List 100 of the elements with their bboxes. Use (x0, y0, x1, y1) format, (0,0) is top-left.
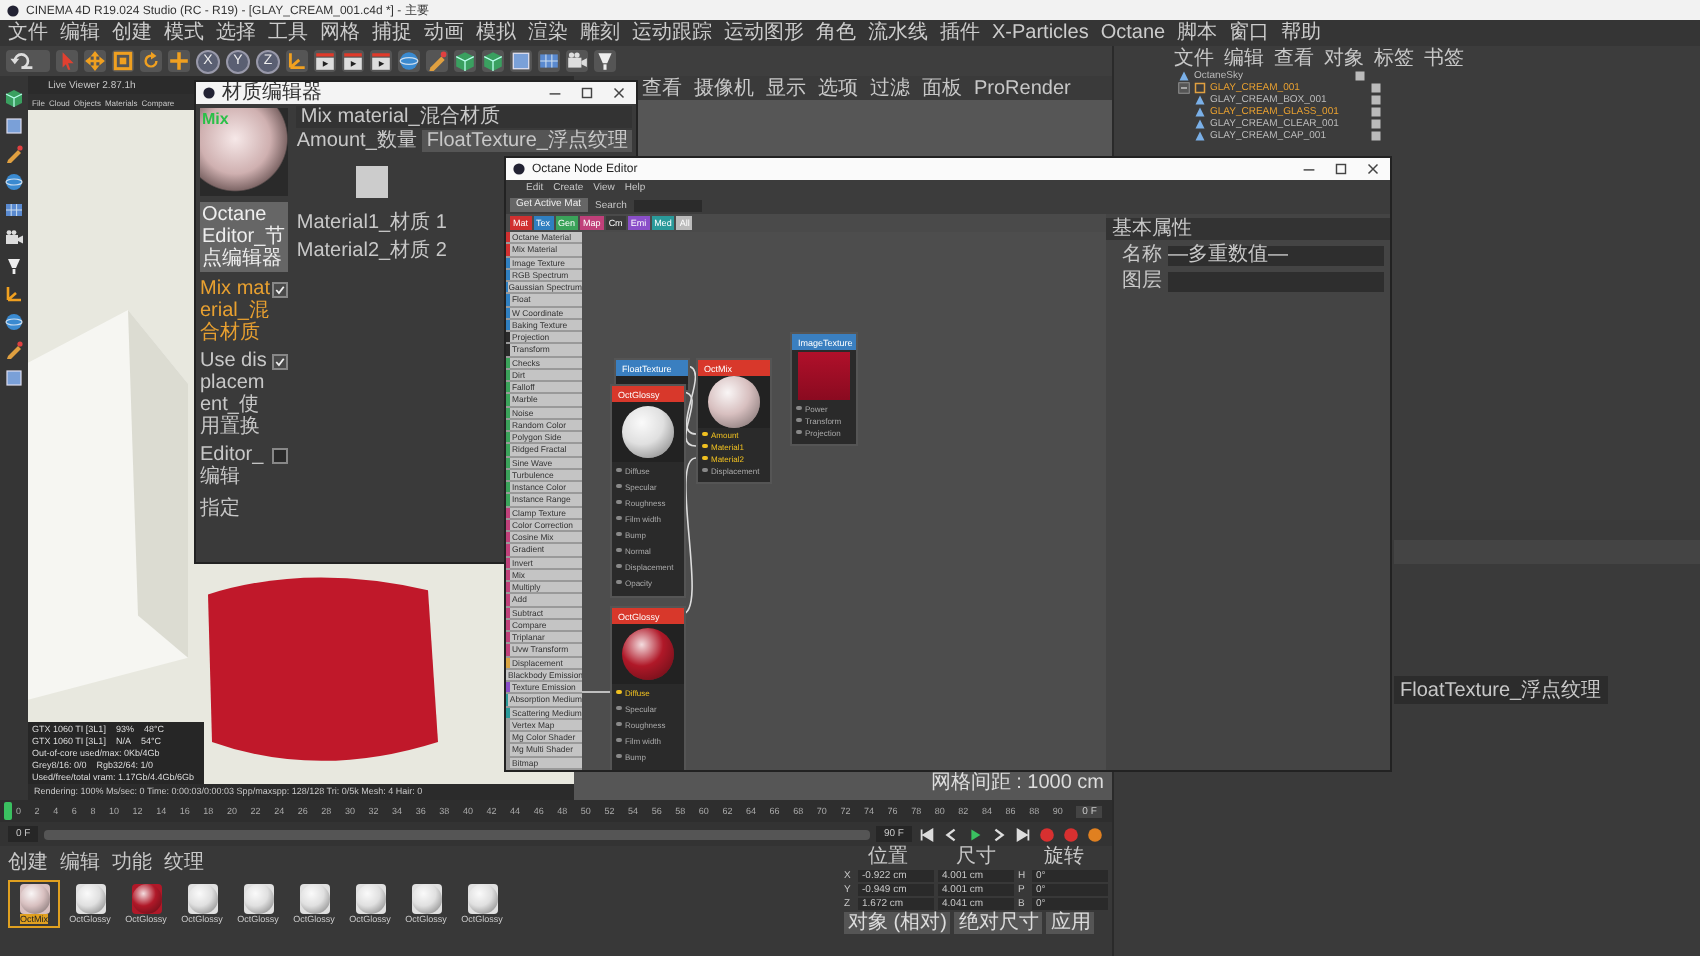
input-pin[interactable] (616, 531, 621, 537)
coordinates-button[interactable]: 应用 (1046, 912, 1095, 934)
close-icon[interactable] (610, 84, 628, 102)
clapboard-icon[interactable] (314, 50, 336, 72)
menu-item[interactable]: 动画 (424, 21, 464, 45)
menu-item[interactable]: 帮助 (1281, 21, 1322, 45)
input-pin[interactable] (796, 429, 801, 435)
input-pin[interactable] (616, 515, 621, 521)
menu-item[interactable]: 插件 (940, 21, 980, 45)
channel-item[interactable]: 指定 (200, 494, 289, 522)
close-icon[interactable] (1364, 160, 1382, 178)
maximize-icon[interactable] (578, 84, 596, 102)
menu-item[interactable]: 模拟 (476, 21, 516, 45)
step-forward-icon[interactable] (990, 825, 1008, 843)
undo-icon[interactable] (6, 50, 50, 72)
menu-item[interactable]: 角色 (816, 21, 856, 45)
grid-icon[interactable] (4, 200, 24, 220)
input-pin[interactable] (616, 689, 621, 695)
cube-icon[interactable] (4, 88, 24, 108)
pen-icon[interactable] (4, 340, 24, 360)
grid-icon[interactable] (538, 50, 560, 72)
move-icon[interactable] (84, 50, 106, 72)
key-icon[interactable] (1086, 825, 1104, 843)
menu-item[interactable]: 创建 (8, 848, 48, 876)
menu-item[interactable]: 窗口 (1229, 21, 1270, 45)
viewport-menu-item[interactable]: ProRender (974, 77, 1071, 99)
viewport-menu-item[interactable]: 摄像机 (694, 74, 754, 102)
menu-item[interactable]: Octane (1100, 21, 1166, 45)
texture-field[interactable]: FloatTexture_浮点纹理 (1394, 676, 1608, 704)
input-pin[interactable] (616, 753, 621, 759)
skip-start-icon[interactable] (918, 825, 936, 843)
menu-item[interactable]: 渲染 (528, 21, 568, 45)
input-pin[interactable] (702, 431, 707, 437)
menu-item[interactable]: 文件 (1174, 44, 1214, 72)
menu-item[interactable]: 工具 (268, 21, 308, 45)
channel-item[interactable]: Editor_编辑 (200, 444, 271, 488)
menu-item[interactable]: 运动跟踪 (632, 21, 712, 45)
input-pin[interactable] (616, 499, 621, 505)
camera-icon[interactable] (566, 50, 588, 72)
axis-icon[interactable] (4, 284, 24, 304)
sphere-icon[interactable] (4, 172, 24, 192)
menu-item[interactable]: 捕捉 (372, 21, 412, 45)
menu-item[interactable]: 书签 (1424, 44, 1464, 72)
channel-item[interactable]: Mix material_混合材质 (200, 278, 271, 344)
input-pin[interactable] (616, 483, 621, 489)
rotate-icon[interactable] (140, 50, 162, 72)
texture-field[interactable]: FloatTexture_浮点纹理 (422, 130, 632, 152)
pen-icon[interactable] (426, 50, 448, 72)
input-pin[interactable] (616, 467, 621, 473)
input-pin[interactable] (616, 579, 621, 585)
coordinates-button[interactable]: 对象 (相对) (844, 912, 951, 934)
menu-item[interactable]: 选择 (216, 21, 256, 45)
menu-item[interactable]: 对象 (1324, 44, 1364, 72)
search-field[interactable] (634, 199, 703, 211)
step-back-icon[interactable] (942, 825, 960, 843)
skip-end-icon[interactable] (1014, 825, 1032, 843)
menu-item[interactable]: 网格 (320, 21, 360, 45)
input-pin[interactable] (702, 443, 707, 449)
menu-item[interactable]: 标签 (1374, 44, 1414, 72)
sphere-icon[interactable] (4, 312, 24, 332)
menu-item[interactable]: 脚本 (1177, 21, 1218, 45)
pen-icon[interactable] (4, 144, 24, 164)
cube-icon[interactable] (454, 50, 476, 72)
timeline-scrollbar[interactable] (44, 829, 870, 839)
box-icon[interactable] (4, 116, 24, 136)
input-pin[interactable] (616, 563, 621, 569)
menu-item[interactable]: 创建 (112, 21, 152, 45)
minus-icon[interactable] (1178, 82, 1190, 94)
menu-item[interactable]: 运动图形 (724, 21, 804, 45)
camera-icon[interactable] (4, 228, 24, 248)
plus-icon[interactable] (168, 50, 190, 72)
menu-item[interactable]: 文件 (8, 21, 48, 45)
input-pin[interactable] (796, 417, 801, 423)
input-pin[interactable] (616, 705, 621, 711)
menu-item[interactable]: 功能 (112, 848, 152, 876)
menu-item[interactable]: 流水线 (868, 21, 928, 45)
menu-item[interactable]: 编辑 (60, 21, 100, 45)
box-icon[interactable] (510, 50, 532, 72)
menu-item[interactable]: 查看 (1274, 44, 1314, 72)
maximize-icon[interactable] (1332, 160, 1350, 178)
viewport-menu-item[interactable]: 选项 (818, 74, 858, 102)
menu-item[interactable]: 编辑 (1224, 44, 1264, 72)
input-pin[interactable] (796, 405, 801, 411)
text-field[interactable]: —多重数值— (1168, 245, 1384, 265)
viewport-menu-item[interactable]: 显示 (766, 74, 806, 102)
menu-item[interactable]: 模式 (164, 21, 204, 45)
checkbox[interactable] (272, 282, 289, 298)
input-pin[interactable] (616, 721, 621, 727)
cube-icon[interactable] (482, 50, 504, 72)
clapboard-icon[interactable] (370, 50, 392, 72)
menu-item[interactable]: 编辑 (60, 848, 100, 876)
input-pin[interactable] (702, 467, 707, 473)
clapboard-icon[interactable] (342, 50, 364, 72)
input-pin[interactable] (616, 547, 621, 553)
playhead[interactable] (4, 802, 12, 820)
axis-icon[interactable] (286, 50, 308, 72)
input-pin[interactable] (702, 455, 707, 461)
checkbox[interactable] (272, 448, 289, 464)
viewport-menu-item[interactable]: 过滤 (870, 74, 910, 102)
lamp-icon[interactable] (4, 256, 24, 276)
